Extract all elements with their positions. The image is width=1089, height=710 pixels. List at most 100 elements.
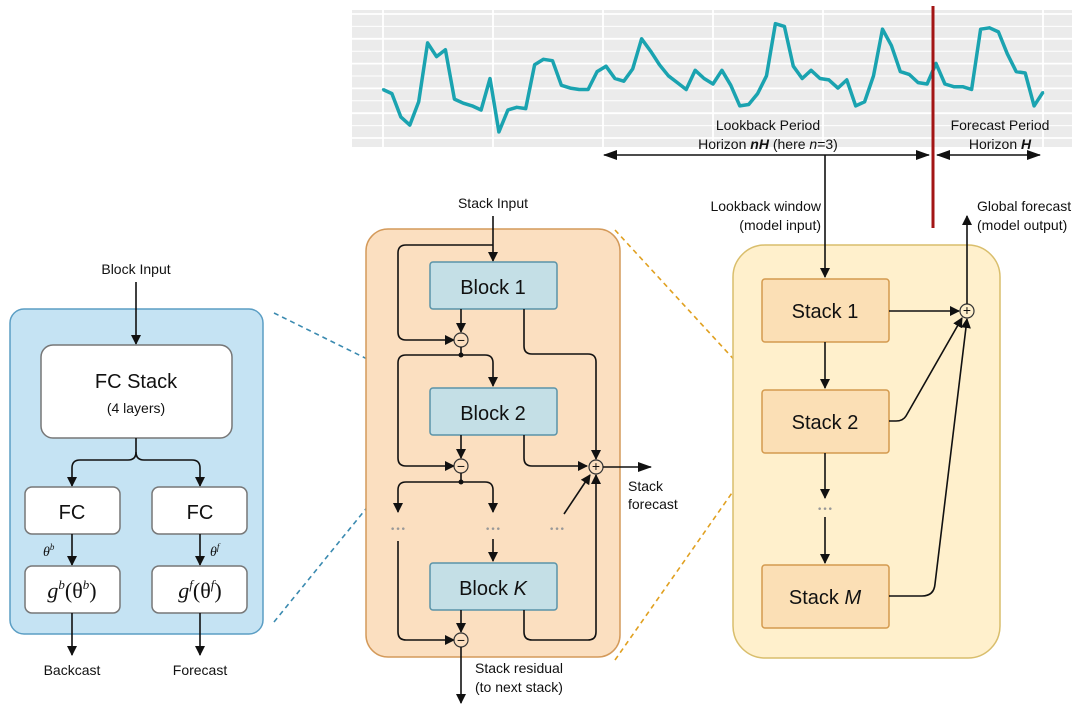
series-point — [381, 88, 385, 91]
series-point — [979, 28, 982, 31]
ellipsis-residual: ••• — [485, 525, 501, 535]
subtract-node-k-sign: − — [457, 632, 465, 648]
lookback-period-label: Lookback Period — [716, 117, 820, 133]
series-point — [702, 77, 706, 80]
series-point — [1041, 91, 1045, 94]
series-point — [854, 104, 857, 108]
forecast-label: Forecast — [173, 662, 228, 678]
block-input-label: Block Input — [101, 261, 170, 277]
series-point — [390, 92, 394, 95]
series-point — [622, 80, 625, 83]
series-point — [658, 63, 661, 66]
series-point — [720, 69, 724, 72]
series-point — [408, 123, 411, 127]
series-point — [765, 74, 768, 78]
series-point — [925, 82, 929, 86]
block-2-label: Block 2 — [460, 403, 526, 425]
series-point — [533, 63, 536, 66]
block-k-label: Block K — [459, 578, 528, 600]
series-point — [845, 78, 848, 82]
subtract-node-1-sign: − — [457, 332, 465, 348]
series-point — [426, 41, 429, 45]
subtract-node-2-sign: − — [457, 458, 465, 474]
forecast-horizon-label: Horizon H — [969, 136, 1032, 152]
lookback-window-label-1: Lookback window — [710, 198, 821, 214]
series-point — [569, 86, 572, 90]
series-point — [827, 78, 831, 82]
backcast-label: Backcast — [44, 662, 101, 678]
series-point — [1006, 52, 1009, 55]
series-point — [1023, 71, 1027, 75]
series-point — [934, 62, 938, 65]
series-point — [809, 69, 813, 72]
stack-forecast-label-1: Stack — [628, 478, 664, 494]
series-point — [872, 74, 875, 78]
g-forecast-label: gf(θf) — [178, 577, 221, 603]
series-point — [756, 92, 759, 95]
series-point — [399, 115, 402, 119]
series-point — [479, 108, 483, 112]
series-point — [988, 26, 991, 29]
series-point — [961, 85, 964, 88]
stack-forecast-label-2: forecast — [628, 496, 678, 512]
series-point — [560, 84, 563, 87]
series-point — [417, 100, 420, 104]
series-point — [506, 108, 510, 112]
series-point — [604, 65, 608, 68]
stack-1-label: Stack 1 — [792, 301, 859, 323]
ellipsis-skip: ••• — [390, 525, 406, 535]
series-point — [471, 104, 474, 108]
series-point — [836, 86, 840, 90]
block-1-label: Block 1 — [460, 277, 526, 299]
series-point — [1032, 104, 1036, 108]
stack-input-label: Stack Input — [458, 195, 528, 211]
stack-m-label: Stack M — [789, 587, 862, 609]
series-point — [595, 70, 599, 73]
series-point — [542, 58, 545, 61]
series-point — [524, 107, 527, 110]
global-forecast-label-1: Global forecast — [977, 198, 1071, 214]
fc-stack-title: FC Stack — [95, 371, 178, 393]
global-sum-node-sign: + — [963, 302, 971, 318]
series-point — [899, 70, 902, 73]
series-point — [943, 82, 947, 86]
series-point — [497, 130, 501, 134]
series-point — [453, 97, 456, 101]
series-point — [792, 65, 795, 68]
series-point — [881, 28, 884, 31]
stack-residual-label-2: (to next stack) — [475, 679, 563, 695]
series-point — [729, 84, 732, 87]
series-point — [738, 104, 741, 108]
series-point — [908, 73, 911, 76]
series-point — [916, 81, 920, 84]
lookback-horizon-label: Horizon nH (here n=3) — [698, 136, 838, 152]
series-point — [863, 100, 866, 104]
series-point — [578, 88, 581, 91]
series-point — [551, 59, 554, 62]
series-point — [801, 77, 804, 80]
stack-detail-panel: Stack Input Block 1 − Block 2 − + Stack … — [365, 195, 678, 704]
series-point — [997, 30, 1000, 34]
fc-backcast-label: FC — [59, 502, 86, 524]
nbeats-diagram: Lookback Period Horizon nH (here n=3) Fo… — [9, 6, 1072, 704]
ellipsis-forecast: ••• — [549, 525, 565, 535]
series-point — [488, 77, 492, 80]
series-point — [890, 44, 893, 47]
series-point — [1015, 70, 1018, 73]
series-point — [711, 82, 715, 86]
series-point — [586, 88, 590, 91]
series-point — [676, 81, 679, 84]
stack-2-label: Stack 2 — [792, 412, 859, 434]
block-detail-panel: Block Input FC Stack (4 layers) FC FC θb… — [9, 261, 264, 678]
stack-residual-label-1: Stack residual — [475, 660, 563, 676]
series-point — [970, 88, 973, 91]
series-point — [435, 55, 438, 58]
series-point — [694, 69, 697, 72]
stack-sum-node-sign: + — [592, 458, 600, 474]
series-point — [783, 25, 786, 28]
series-point — [462, 102, 465, 105]
lookback-window-label-2: (model input) — [739, 217, 821, 233]
series-point — [774, 22, 777, 25]
series-point — [649, 49, 652, 53]
series-point — [685, 88, 688, 91]
